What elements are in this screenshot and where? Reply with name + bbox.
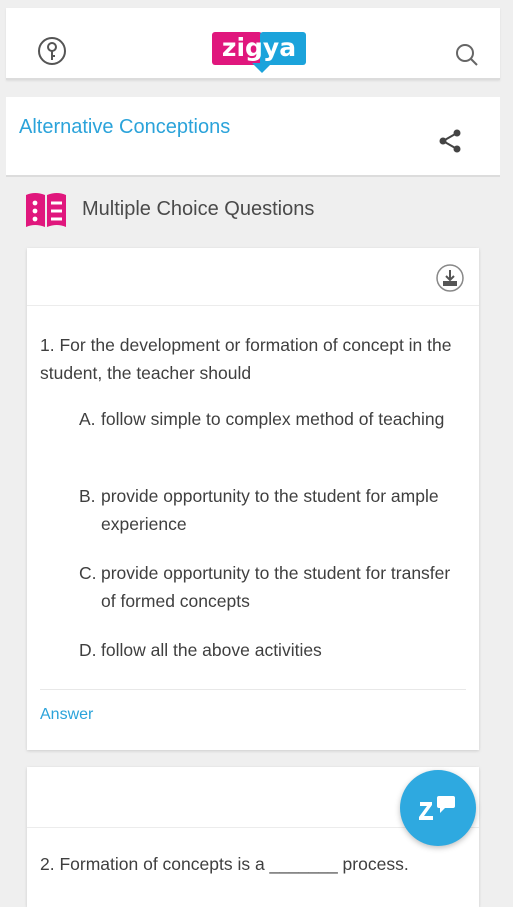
option-text: follow all the above activities [101, 640, 322, 660]
option-a[interactable]: A. follow simple to complex method of te… [79, 405, 459, 433]
logo-text: zigya [221, 33, 297, 62]
chat-icon [419, 796, 455, 820]
chat-fab-button[interactable] [400, 770, 476, 846]
title-bar: Alternative Conceptions [6, 97, 500, 177]
option-letter: C. [79, 563, 97, 583]
page-title[interactable]: Alternative Conceptions [19, 116, 230, 139]
share-icon[interactable] [436, 127, 464, 155]
search-icon[interactable] [454, 42, 480, 68]
option-text: provide opportunity to the student for a… [101, 486, 439, 534]
question-card: 1. For the development or formation of c… [27, 248, 479, 750]
zigya-logo[interactable]: zigya [212, 29, 308, 77]
option-b[interactable]: B. provide opportunity to the student fo… [79, 482, 459, 538]
option-d[interactable]: D. follow all the above activities [79, 636, 459, 664]
question-text: 1. For the development or formation of c… [40, 335, 452, 383]
section-title: Multiple Choice Questions [82, 198, 315, 220]
option-letter: D. [79, 640, 97, 660]
top-bar: zigya [6, 8, 500, 80]
option-text: provide opportunity to the student for t… [101, 563, 451, 611]
download-icon[interactable] [435, 263, 465, 293]
divider [40, 689, 466, 690]
list-icon [24, 191, 68, 229]
option-c[interactable]: C. provide opportunity to the student fo… [79, 559, 459, 615]
option-letter: A. [79, 409, 96, 429]
option-letter: B. [79, 486, 96, 506]
card-header [27, 248, 479, 306]
question-text: 2. Formation of concepts is a _______ pr… [40, 854, 409, 874]
option-text: follow simple to complex method of teach… [101, 409, 445, 429]
key-icon[interactable] [36, 35, 68, 67]
answer-link[interactable]: Answer [40, 706, 93, 724]
